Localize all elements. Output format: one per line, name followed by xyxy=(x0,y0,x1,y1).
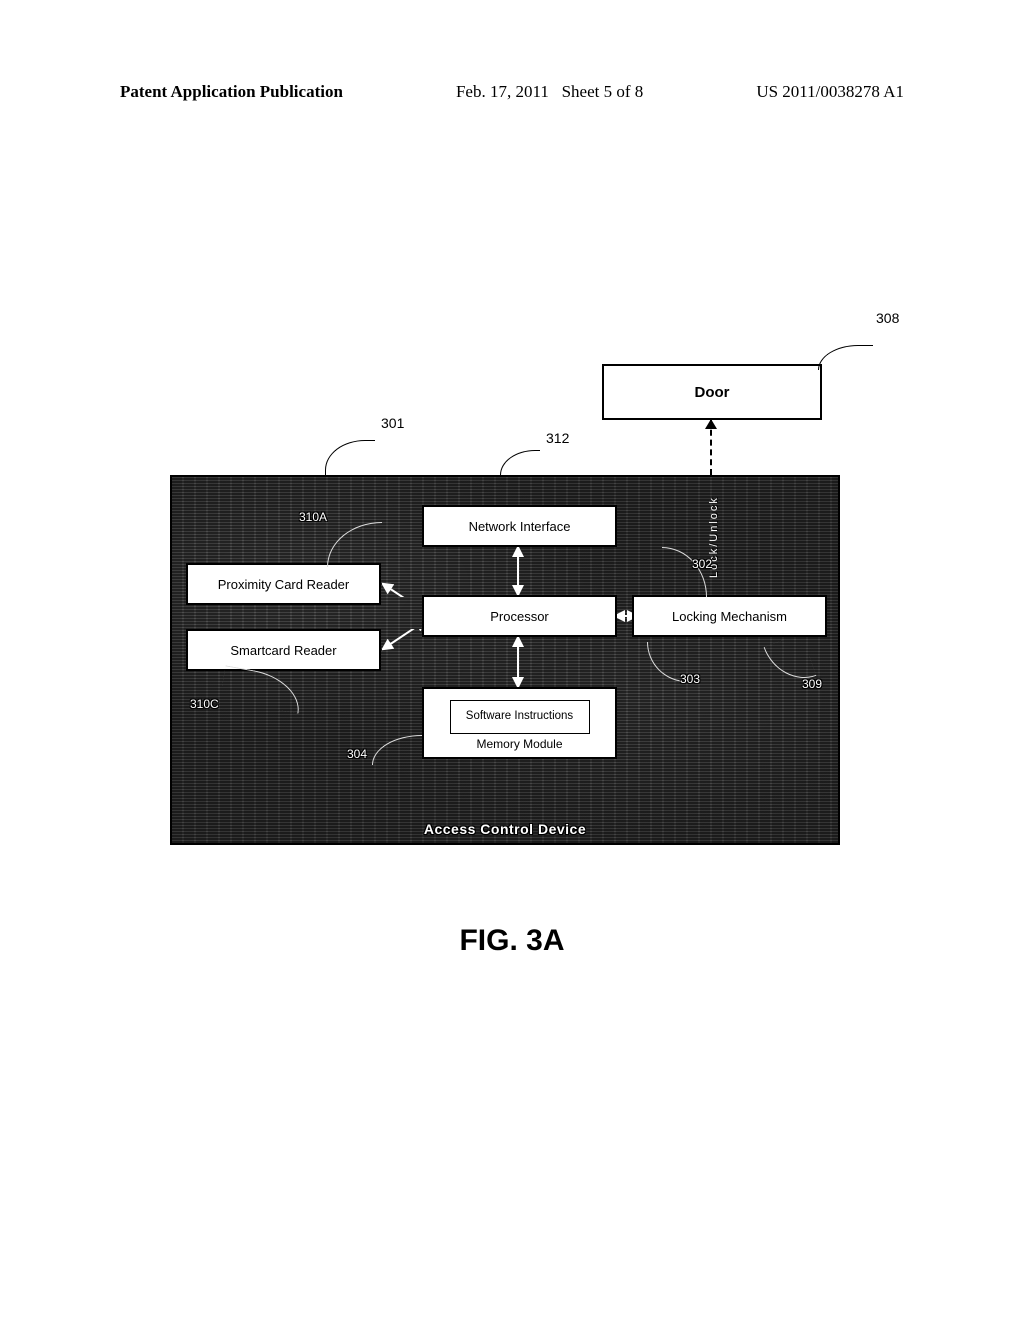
figure-caption: FIG. 3A xyxy=(0,924,1024,958)
network-interface-box: Network Interface xyxy=(422,505,617,547)
ref-308: 308 xyxy=(876,310,899,326)
lead-line-302 xyxy=(662,547,707,597)
door-label: Door xyxy=(695,384,730,401)
access-control-device-panel: Lock/Unlock Network Interface Proximity … xyxy=(170,475,840,845)
proximity-card-reader-label: Proximity Card Reader xyxy=(218,577,350,592)
ref-312: 312 xyxy=(546,430,569,446)
header-date: Feb. 17, 2011 xyxy=(456,82,549,101)
locking-mechanism-box: Locking Mechanism xyxy=(632,595,827,637)
connector-prox-proc xyxy=(382,575,426,597)
ref-302: 302 xyxy=(692,557,712,571)
connector-smart-proc xyxy=(382,629,426,651)
processor-label: Processor xyxy=(490,609,549,624)
lead-line-304 xyxy=(372,735,422,765)
ref-301: 301 xyxy=(381,415,404,431)
smartcard-reader-label: Smartcard Reader xyxy=(230,643,336,658)
proximity-card-reader-box: Proximity Card Reader xyxy=(186,563,381,605)
memory-module-box: Software Instructions Memory Module xyxy=(422,687,617,759)
software-instructions-box: Software Instructions xyxy=(450,700,590,734)
connector-netif-proc xyxy=(508,547,528,595)
page-header: Patent Application Publication Feb. 17, … xyxy=(0,82,1024,102)
lead-line-310a xyxy=(327,522,382,567)
software-instructions-label: Software Instructions xyxy=(466,710,573,723)
ref-309: 309 xyxy=(802,677,822,691)
header-mid: Feb. 17, 2011 Sheet 5 of 8 xyxy=(456,82,643,102)
locking-mechanism-label: Locking Mechanism xyxy=(672,609,787,624)
smartcard-reader-box: Smartcard Reader xyxy=(186,629,381,671)
lock-unlock-label: Lock/Unlock xyxy=(708,481,724,593)
ref-303: 303 xyxy=(680,672,700,686)
ref-310a: 310A xyxy=(299,510,327,524)
lead-line-312 xyxy=(500,450,540,478)
memory-module-label: Memory Module xyxy=(476,737,562,751)
figure-area: Door 308 301 312 Lock/Unlock Network Int… xyxy=(170,300,870,940)
lead-line-308 xyxy=(818,345,873,370)
lead-line-301 xyxy=(325,440,375,475)
network-interface-label: Network Interface xyxy=(469,519,571,534)
ref-304: 304 xyxy=(347,747,367,761)
device-title: Access Control Device xyxy=(172,821,838,837)
header-right: US 2011/0038278 A1 xyxy=(756,82,904,102)
door-box: Door xyxy=(602,364,822,420)
connector-proc-mem xyxy=(508,637,528,687)
header-left: Patent Application Publication xyxy=(120,82,343,102)
processor-box: Processor xyxy=(422,595,617,637)
lead-line-310c xyxy=(220,665,305,713)
header-sheet: Sheet 5 of 8 xyxy=(562,82,644,101)
arrowhead-up-icon xyxy=(705,419,717,429)
ref-310c: 310C xyxy=(190,697,219,711)
